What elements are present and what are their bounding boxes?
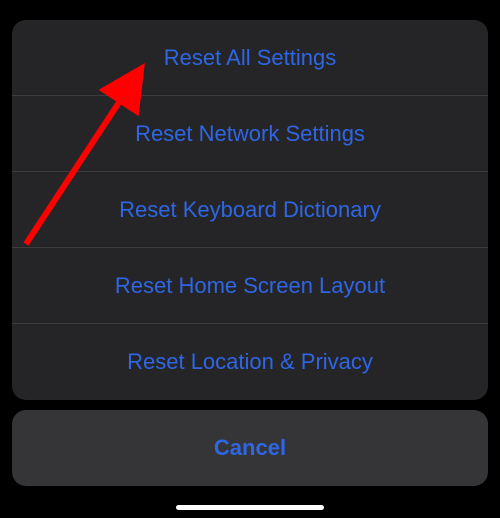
- cancel-button[interactable]: Cancel: [12, 410, 488, 486]
- cancel-label: Cancel: [214, 435, 286, 461]
- action-sheet: Reset All Settings Reset Network Setting…: [12, 20, 488, 486]
- reset-location-privacy-option[interactable]: Reset Location & Privacy: [12, 324, 488, 400]
- option-group: Reset All Settings Reset Network Setting…: [12, 20, 488, 400]
- option-label: Reset Home Screen Layout: [115, 273, 385, 299]
- option-label: Reset Location & Privacy: [127, 349, 373, 375]
- reset-all-settings-option[interactable]: Reset All Settings: [12, 20, 488, 96]
- reset-keyboard-dictionary-option[interactable]: Reset Keyboard Dictionary: [12, 172, 488, 248]
- home-indicator: [176, 505, 324, 510]
- option-label: Reset Keyboard Dictionary: [119, 197, 381, 223]
- option-label: Reset Network Settings: [135, 121, 365, 147]
- reset-network-settings-option[interactable]: Reset Network Settings: [12, 96, 488, 172]
- option-label: Reset All Settings: [164, 45, 336, 71]
- reset-home-screen-layout-option[interactable]: Reset Home Screen Layout: [12, 248, 488, 324]
